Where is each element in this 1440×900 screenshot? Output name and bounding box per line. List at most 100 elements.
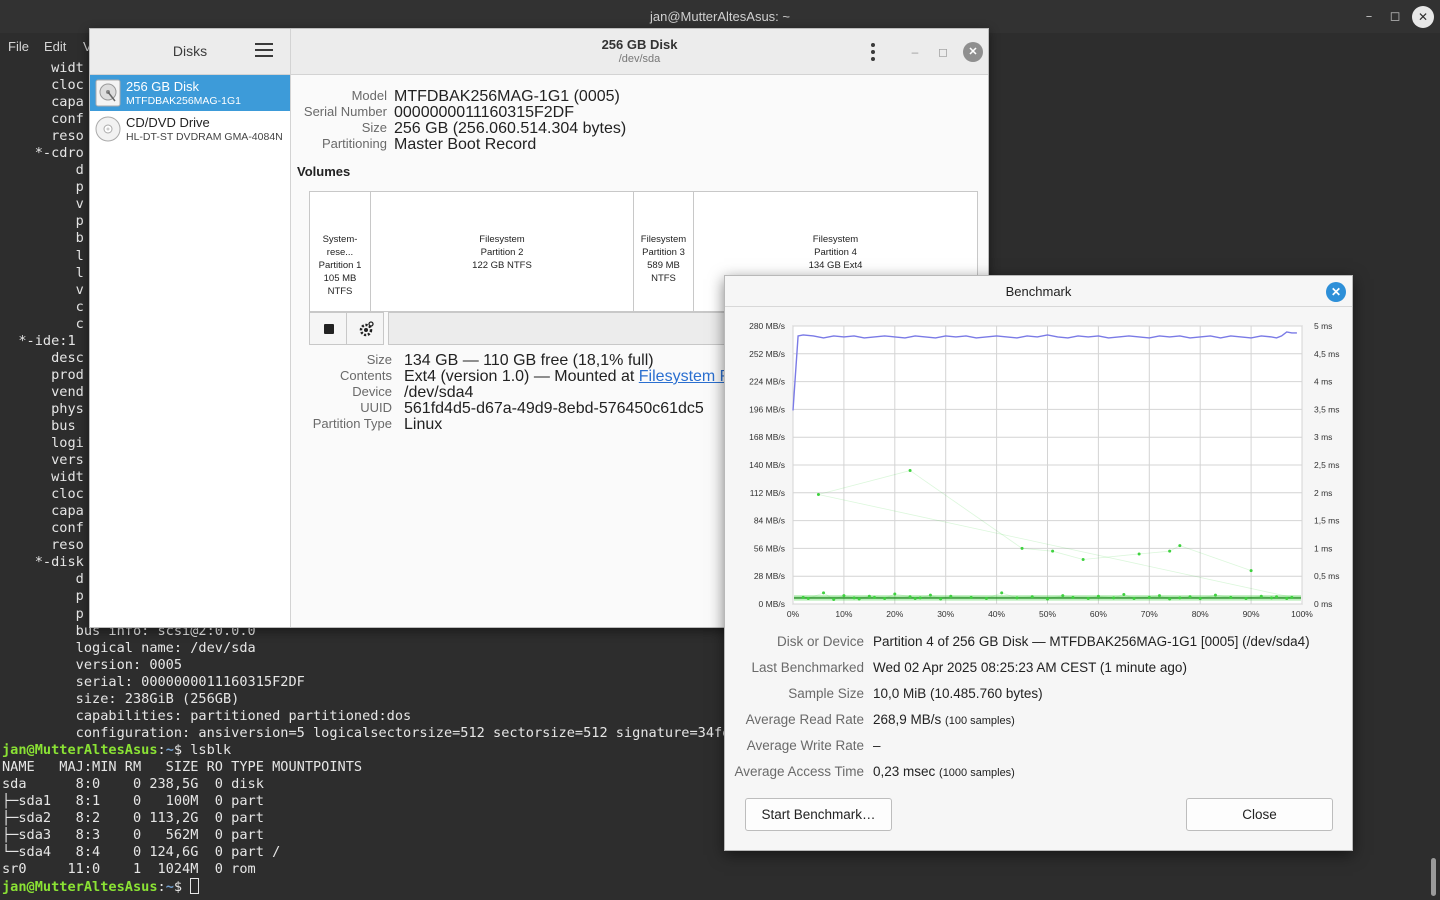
stat-label: Average Read Rate <box>745 712 864 727</box>
stat-average-access-time: Average Access Time 0,23 msec (1000 samp… <box>725 764 1352 782</box>
chart-x-tick: 10% <box>835 609 852 619</box>
chart-x-tick: 80% <box>1192 609 1209 619</box>
chart-access-point <box>984 596 988 600</box>
minimize-icon[interactable]: – <box>905 42 925 62</box>
chart-access-point <box>1229 595 1233 599</box>
chart-access-point <box>949 594 953 598</box>
chart-x-tick: 100% <box>1291 609 1313 619</box>
chart-y-right-tick: 5 ms <box>1314 321 1332 331</box>
chart-x-tick: 40% <box>988 609 1005 619</box>
chart-access-point <box>918 596 922 600</box>
chart-access-point <box>816 492 820 496</box>
close-icon[interactable]: ✕ <box>1412 6 1434 28</box>
stop-button[interactable] <box>309 312 347 345</box>
prop-label: Size <box>366 352 392 367</box>
terminal-scrollbar[interactable] <box>1431 858 1436 896</box>
chart-access-point <box>1030 595 1034 599</box>
stat-value-text: 268,9 MB/s <box>873 712 946 727</box>
chart-access-point <box>1157 594 1161 598</box>
stat-value: – <box>873 738 881 753</box>
chart-y-left-tick: 56 MB/s <box>754 543 785 553</box>
stat-last-benchmarked: Last Benchmarked Wed 02 Apr 2025 08:25:2… <box>725 660 1352 678</box>
chart-y-left-tick: 196 MB/s <box>749 404 785 414</box>
chart-y-right-tick: 2 ms <box>1314 488 1332 498</box>
chart-access-point <box>1285 596 1289 600</box>
chart-x-tick: 30% <box>937 609 954 619</box>
stat-value-text: Partition 4 of 256 GB Disk — MTFDBAK256M… <box>873 634 1310 649</box>
chart-access-point <box>908 595 912 599</box>
part-size: Size <box>309 352 392 368</box>
part-type: Partition Type <box>289 416 392 432</box>
volume-partition-1[interactable]: System-rese... Partition 1 105 MB NTFS <box>310 192 371 311</box>
chart-y-left-tick: 112 MB/s <box>750 488 785 498</box>
chart-x-tick: 60% <box>1090 609 1107 619</box>
volume-partition-3[interactable]: Filesystem Partition 3 589 MB NTFS <box>634 192 694 311</box>
stat-note: (1000 samples) <box>939 767 1015 779</box>
start-benchmark-button[interactable]: Start Benchmark… <box>745 798 892 831</box>
chart-access-point <box>893 592 897 596</box>
chart-access-point <box>1071 595 1075 599</box>
chart-access-point <box>1178 544 1182 548</box>
volume-partition: Partition 3 <box>642 247 685 258</box>
stat-value-text: 10,0 MiB (10.485.760 bytes) <box>873 686 1043 701</box>
stat-value: Partition 4 of 256 GB Disk — MTFDBAK256M… <box>873 634 1310 649</box>
volume-size: 122 GB NTFS <box>472 260 532 271</box>
part-uuid-value: 561fd4d5-d67a-49d9-8ebd-576450c61dc5 <box>404 400 704 417</box>
volume-size: 105 MB NTFS <box>323 273 357 297</box>
maximize-icon[interactable]: ◻ <box>1384 6 1406 28</box>
menu-edit[interactable]: Edit <box>44 39 66 54</box>
stat-label: Average Access Time <box>734 764 864 779</box>
chart-y-right-tick: 2,5 ms <box>1314 460 1340 470</box>
chart-access-point <box>1137 552 1141 556</box>
settings-button[interactable] <box>346 312 384 345</box>
volume-size: 134 GB Ext4 <box>808 260 863 271</box>
volumes-heading: Volumes <box>297 164 351 179</box>
chart-access-point <box>1046 597 1049 601</box>
optical-disc-icon <box>95 116 121 142</box>
chart-access-point <box>822 591 826 595</box>
benchmark-dialog[interactable]: Benchmark ✕ 0% 10% 20% 30% 40% 50% 60% 70% 80% 90… <box>724 275 1353 851</box>
prompt-user: jan@MutterAltesAsus <box>2 879 158 896</box>
drive-item-cd-dvd[interactable]: CD/DVD Drive HL-DT-ST DVDRAM GMA-4084N <box>90 111 290 147</box>
drive-name: CD/DVD Drive <box>126 115 210 130</box>
disks-sidebar: Disks 256 GB Disk MTFDBAK256MAG-1G1 CD/D… <box>90 29 291 627</box>
volume-label: Filesystem <box>479 234 525 245</box>
prop-model: Model <box>297 88 387 104</box>
drive-item-256gb-disk[interactable]: 256 GB Disk MTFDBAK256MAG-1G1 <box>90 75 290 111</box>
more-options-icon[interactable] <box>871 43 877 61</box>
chart-y-right-tick: 4 ms <box>1314 377 1332 387</box>
stat-value-text: 0,23 msec <box>873 764 940 779</box>
maximize-icon[interactable]: ◻ <box>933 42 953 62</box>
stat-label: Sample Size <box>788 686 864 701</box>
terminal-line: sr0 11:0 1 1024M 0 rom <box>2 861 256 878</box>
hamburger-menu-icon[interactable] <box>255 43 273 59</box>
benchmark-title: Benchmark <box>1005 284 1072 299</box>
volume-partition-2[interactable]: Filesystem Partition 2 122 GB NTFS <box>371 192 634 311</box>
volume-partition: Partition 4 <box>814 247 857 258</box>
prompt-user: jan@MutterAltesAsus <box>2 741 158 758</box>
prompt-path: ~ <box>165 879 174 896</box>
close-icon[interactable]: ✕ <box>963 42 983 62</box>
command-text: $ lsblk <box>173 741 232 758</box>
minimize-icon[interactable]: – <box>1358 6 1380 28</box>
prop-partitioning-value: Master Boot Record <box>394 136 537 153</box>
prop-label: UUID <box>360 400 392 415</box>
stat-value: 0,23 msec (1000 samples) <box>873 764 1015 779</box>
prop-label: Model <box>351 88 387 103</box>
prop-partitioning: Partitioning <box>297 136 387 152</box>
chart-access-point <box>939 597 943 601</box>
close-button[interactable]: Close <box>1186 798 1333 831</box>
gears-icon <box>359 321 374 337</box>
disks-headerbar[interactable]: 256 GB Disk /dev/sda – ◻ ✕ <box>291 29 988 75</box>
benchmark-headerbar[interactable]: Benchmark ✕ <box>725 276 1352 307</box>
chart-y-left-tick: 280 MB/s <box>749 321 785 331</box>
close-icon[interactable]: ✕ <box>1326 282 1346 302</box>
menu-file[interactable]: File <box>8 39 29 54</box>
chart-access-point <box>1147 595 1151 599</box>
chart-access-point <box>1081 558 1085 562</box>
chart-y-left-tick: 84 MB/s <box>754 516 785 526</box>
chart-access-point <box>1244 596 1248 600</box>
chart-access-point <box>857 597 861 601</box>
stat-value-text: – <box>873 738 881 753</box>
chart-access-point <box>969 595 973 599</box>
